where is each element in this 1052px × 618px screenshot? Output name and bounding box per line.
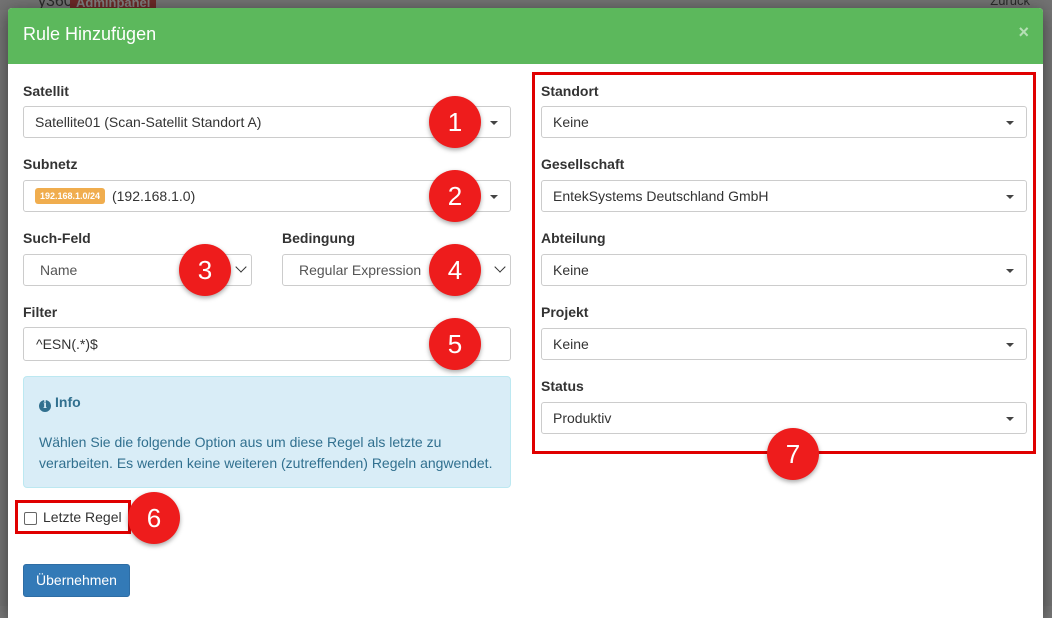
satellit-label: Satellit: [23, 83, 69, 99]
filter-label: Filter: [23, 304, 58, 320]
info-text: Wählen Sie die folgende Option aus um di…: [39, 434, 493, 471]
info-alert: i Info Wählen Sie die folgende Option aus…: [23, 376, 511, 488]
letzte-regel-highlight: Letzte Regel: [15, 500, 131, 534]
chevron-down-icon: [494, 261, 506, 273]
subnetz-label: Subnetz: [23, 156, 78, 172]
satellit-value: Satellite01 (Scan-Satellit Standort A): [35, 114, 262, 130]
such-feld-label: Such-Feld: [23, 230, 91, 246]
close-icon[interactable]: ×: [1018, 22, 1029, 43]
info-title: i Info: [39, 394, 81, 412]
info-title-text: Info: [55, 394, 81, 410]
caret-down-icon: [490, 121, 498, 125]
annotation-marker-1: 1: [429, 96, 481, 148]
right-column-highlight: [532, 72, 1036, 454]
letzte-regel-label[interactable]: Letzte Regel: [43, 509, 122, 525]
modal-title: Rule Hinzufügen: [23, 24, 157, 44]
subnetz-value: (192.168.1.0): [111, 188, 196, 204]
annotation-marker-7: 7: [767, 428, 819, 480]
letzte-regel-checkbox[interactable]: [24, 512, 37, 525]
bedingung-label: Bedingung: [282, 230, 356, 246]
annotation-marker-5: 5: [429, 318, 481, 370]
modal-header: Rule Hinzufügen ×: [8, 8, 1043, 64]
annotation-marker-3: 3: [179, 244, 231, 296]
chevron-down-icon: [235, 261, 247, 273]
info-circle-icon: i: [39, 400, 51, 412]
annotation-marker-2: 2: [429, 170, 481, 222]
add-rule-modal: Rule Hinzufügen × Satellit Satellite01 (…: [8, 8, 1043, 618]
filter-value: ^ESN(.*)$: [36, 336, 98, 352]
subnet-badge: 192.168.1.0/24: [35, 188, 106, 205]
bedingung-value: Regular Expression: [299, 262, 422, 278]
submit-button[interactable]: Übernehmen: [23, 564, 130, 597]
caret-down-icon: [490, 195, 498, 199]
annotation-marker-4: 4: [429, 244, 481, 296]
annotation-marker-6: 6: [128, 492, 180, 544]
such-feld-value: Name: [40, 262, 78, 278]
